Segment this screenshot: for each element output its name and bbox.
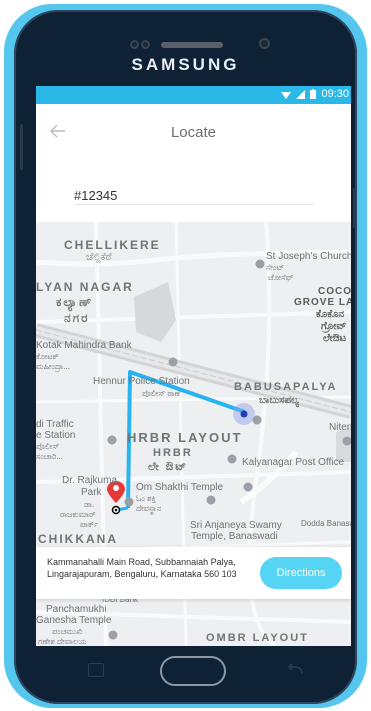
map-label: Hennur Police Station [93, 376, 190, 387]
map-label: Sri Anjaneya Swamy [190, 520, 282, 531]
power-button [353, 188, 356, 228]
map-label: ಚೆಲ್ಲಿಕೆರೆ [86, 252, 112, 263]
map-label: ದೇವಸ್ಥಾನ [136, 504, 162, 513]
map-label: Dr. Rajkuma [62, 475, 118, 486]
map-label: ಪಾರ್ಕ್ [80, 520, 99, 529]
map-label: ಕೊಕೊನ [316, 309, 345, 320]
map-label: Niten [329, 422, 351, 433]
app-bar: Locate [36, 104, 351, 164]
map-label: ಬಾಬುಸಪಲ್ಯ [259, 395, 299, 406]
map-label: e Station [36, 430, 76, 441]
map-label: GROVE LA [294, 297, 351, 308]
page-title: Locate [170, 124, 217, 141]
map-label: ಲೇಔಟ [323, 333, 347, 344]
map-label: ಕಲ್ಯಾಣ್ [56, 295, 94, 309]
home-button[interactable] [160, 656, 226, 686]
map-label: ಪೊಲೀಸ್ ಠಾಣೆ [142, 389, 181, 398]
sensor-icon [130, 40, 139, 49]
device-brand: SAMSUNG [131, 55, 240, 74]
status-time: 09:30 [321, 88, 349, 100]
map-label: ಜೋಸೆಫ್ [268, 273, 294, 282]
map-label: Panchamukhi [46, 604, 107, 615]
location-card: Kammanahalli Main Road, Subbannaiah Paly… [36, 547, 351, 599]
map-label: Kotak Mahindra Bank [36, 340, 132, 351]
directions-button[interactable]: Directions [260, 557, 342, 589]
map-label: BABUSAPALYA [234, 381, 338, 393]
map-label: ಮಹೀಂದ್ರಾ... [36, 362, 70, 371]
map-label: Om Shakthi Temple [136, 482, 224, 493]
map-label: ಗ್ರೋವ್ [321, 321, 347, 332]
search-row: #12345 [36, 164, 351, 222]
map-label: COCON [318, 286, 351, 297]
map-label: Kalyanagar Post Office [242, 457, 345, 468]
location-address: Kammanahalli Main Road, Subbannaiah Paly… [47, 557, 237, 579]
volume-button [20, 124, 23, 170]
map-label: Temple, Banaswadi [191, 531, 278, 542]
map-label: ಲೇ ಔಟ್ [148, 461, 189, 473]
recent-apps-icon[interactable] [88, 663, 104, 677]
signal-icon [296, 89, 306, 99]
back-icon[interactable] [286, 663, 304, 676]
map-label: Park [81, 487, 102, 498]
map-view[interactable]: CHELLIKERE ಚೆಲ್ಲಿಕೆರೆ St Joseph's Church… [36, 222, 351, 646]
status-bar: 09:30 [36, 86, 351, 104]
screen: 09:30 Locate #12345 CHELLIKERE ಚೆಲ್ಲಿಕೆರ… [36, 86, 351, 646]
map-label: ಸಂಚಾರಿ... [36, 452, 63, 461]
battery-icon [310, 89, 317, 99]
map-label: HRBR [153, 447, 193, 459]
front-camera-icon [259, 38, 270, 49]
search-input[interactable]: #12345 [74, 188, 314, 205]
map-label: CHIKKANA [38, 532, 118, 546]
map-label: HRBR LAYOUT [127, 430, 243, 445]
map-label: Ganesha Temple [36, 615, 112, 626]
map-label: ನಗರ [64, 311, 90, 325]
map-label: LYAN NAGAR [36, 280, 134, 294]
sensor-icon [141, 40, 150, 49]
map-label: St Joseph's Church [266, 251, 351, 262]
wifi-icon [281, 91, 292, 99]
map-label: CHELLIKERE [64, 238, 161, 252]
map-label: ಗಣೇಶ ದೇವಾಲಯ [38, 637, 87, 646]
map-label: Dodda Banaswad [301, 519, 351, 528]
map-label: OMBR LAYOUT [206, 632, 309, 644]
earpiece-speaker [161, 42, 223, 48]
map-label: di Traffic [36, 419, 74, 430]
